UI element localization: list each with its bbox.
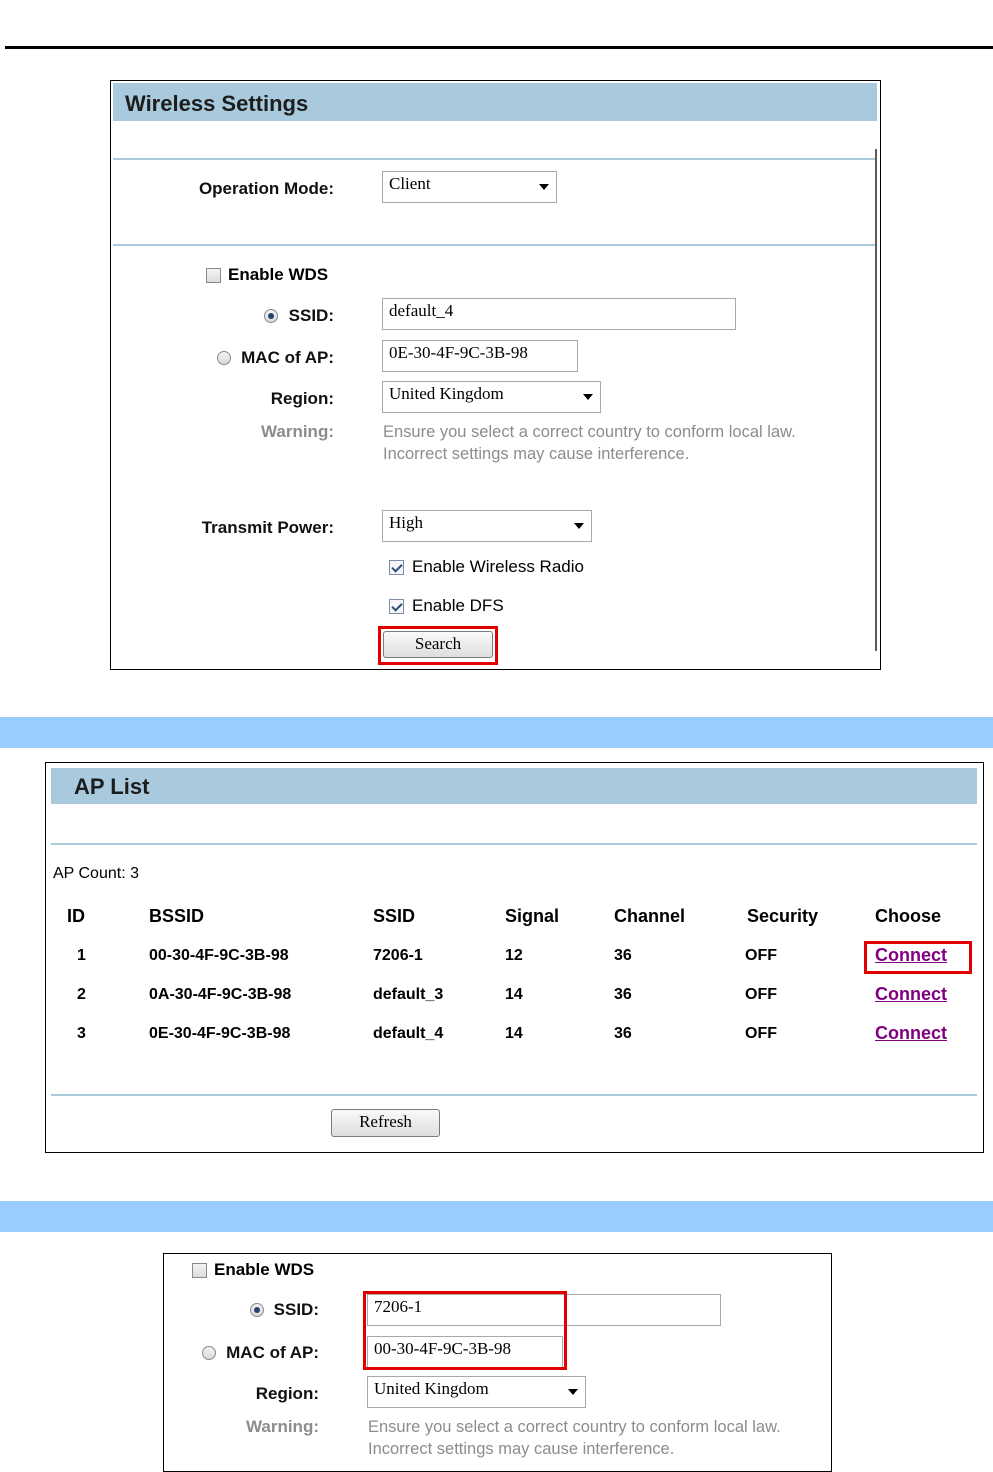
col-header-ssid: SSID: [373, 906, 416, 926]
cell-bssid: 00-30-4F-9C-3B-98: [149, 947, 289, 964]
mac-radio[interactable]: [217, 351, 231, 365]
region-value: United Kingdom: [389, 384, 504, 403]
warning-label: Warning:: [245, 1417, 319, 1436]
search-button[interactable]: Search: [383, 631, 493, 658]
ssid-input[interactable]: default_4: [382, 298, 736, 330]
region-label: Region:: [270, 389, 334, 408]
cell-channel: 36: [614, 986, 632, 1003]
cell-bssid: 0A-30-4F-9C-3B-98: [149, 986, 292, 1003]
col-header-choose: Choose: [875, 906, 942, 926]
ssid-label: SSID:: [273, 1300, 319, 1319]
cell-security: OFF: [745, 947, 777, 964]
mac-radio[interactable]: [202, 1346, 216, 1360]
wireless-settings-title: Wireless Settings: [125, 91, 309, 116]
ssid-radio[interactable]: [250, 1303, 264, 1317]
cell-security: OFF: [745, 1025, 777, 1042]
cell-signal: 14: [505, 1025, 523, 1042]
region-value: United Kingdom: [374, 1379, 489, 1398]
region-select[interactable]: United Kingdom: [382, 381, 601, 413]
chevron-down-icon: [583, 394, 593, 400]
enable-dfs-checkbox[interactable]: [389, 599, 404, 614]
region-label: Region:: [255, 1384, 319, 1403]
cell-id: 3: [77, 1025, 86, 1042]
enable-wds-checkbox[interactable]: [192, 1263, 207, 1278]
connect-link[interactable]: Connect: [875, 984, 947, 1005]
cell-id: 2: [77, 986, 86, 1003]
warning-line-2: Incorrect settings may cause interferenc…: [383, 445, 690, 463]
operation-mode-value: Client: [389, 174, 431, 193]
connect-link[interactable]: Connect: [875, 1023, 947, 1044]
mac-input[interactable]: 0E-30-4F-9C-3B-98: [382, 340, 578, 372]
chevron-down-icon: [539, 184, 549, 190]
warning-line-1: Ensure you select a correct country to c…: [383, 423, 796, 441]
cell-security: OFF: [745, 986, 777, 1003]
mac-label: MAC of AP:: [241, 348, 334, 367]
col-header-bssid: BSSID: [149, 906, 205, 926]
enable-wireless-radio-label: Enable Wireless Radio: [412, 557, 584, 576]
section-band: [0, 717, 993, 748]
page-top-rule: [5, 46, 993, 49]
divider: [51, 1094, 977, 1096]
cell-signal: 14: [505, 986, 523, 1003]
warning-label: Warning:: [260, 422, 334, 441]
refresh-button[interactable]: Refresh: [331, 1109, 440, 1137]
warning-line-1: Ensure you select a correct country to c…: [368, 1418, 781, 1436]
col-header-security: Security: [747, 906, 819, 926]
divider: [113, 244, 877, 246]
ap-count: AP Count: 3: [53, 865, 139, 882]
mac-label: MAC of AP:: [226, 1343, 319, 1362]
panel-right-edge: [875, 149, 877, 651]
operation-mode-label: Operation Mode:: [198, 179, 334, 198]
region-select[interactable]: United Kingdom: [367, 1376, 586, 1408]
chevron-down-icon: [574, 523, 584, 529]
transmit-power-label: Transmit Power:: [201, 518, 334, 537]
ap-list-title: AP List: [74, 774, 150, 799]
cell-ssid: 7206-1: [373, 947, 423, 964]
enable-wds-label: Enable WDS: [228, 265, 329, 284]
cell-id: 1: [77, 947, 86, 964]
ap-list-title-bar: AP List: [51, 768, 977, 804]
cell-bssid: 0E-30-4F-9C-3B-98: [149, 1025, 291, 1042]
enable-wds-checkbox[interactable]: [206, 268, 221, 283]
cell-ssid: default_4: [373, 1025, 444, 1042]
cell-channel: 36: [614, 947, 632, 964]
section-band: [0, 1201, 993, 1232]
ssid-mac-highlight: [363, 1291, 567, 1370]
enable-dfs-label: Enable DFS: [412, 596, 504, 615]
ssid-label: SSID:: [288, 306, 334, 325]
ssid-value: default_4: [389, 301, 454, 320]
cell-signal: 12: [505, 947, 523, 964]
transmit-power-value: High: [389, 513, 423, 532]
cell-ssid: default_3: [373, 986, 444, 1003]
enable-wds-label: Enable WDS: [214, 1260, 315, 1279]
chevron-down-icon: [568, 1389, 578, 1395]
wireless-settings-title-bar: Wireless Settings: [113, 83, 877, 121]
enable-wireless-radio-checkbox[interactable]: [389, 560, 404, 575]
connect-link[interactable]: Connect: [875, 945, 947, 966]
cell-channel: 36: [614, 1025, 632, 1042]
ssid-radio[interactable]: [264, 309, 278, 323]
mac-value: 0E-30-4F-9C-3B-98: [389, 343, 528, 362]
warning-line-2: Incorrect settings may cause interferenc…: [368, 1440, 675, 1458]
col-header-signal: Signal: [505, 906, 560, 926]
operation-mode-select[interactable]: Client: [382, 171, 557, 203]
col-header-id: ID: [67, 906, 85, 926]
wireless-settings-panel: Wireless Settings: [110, 80, 881, 670]
col-header-channel: Channel: [614, 906, 686, 926]
transmit-power-select[interactable]: High: [382, 510, 592, 542]
divider: [113, 158, 877, 160]
divider: [51, 843, 977, 845]
